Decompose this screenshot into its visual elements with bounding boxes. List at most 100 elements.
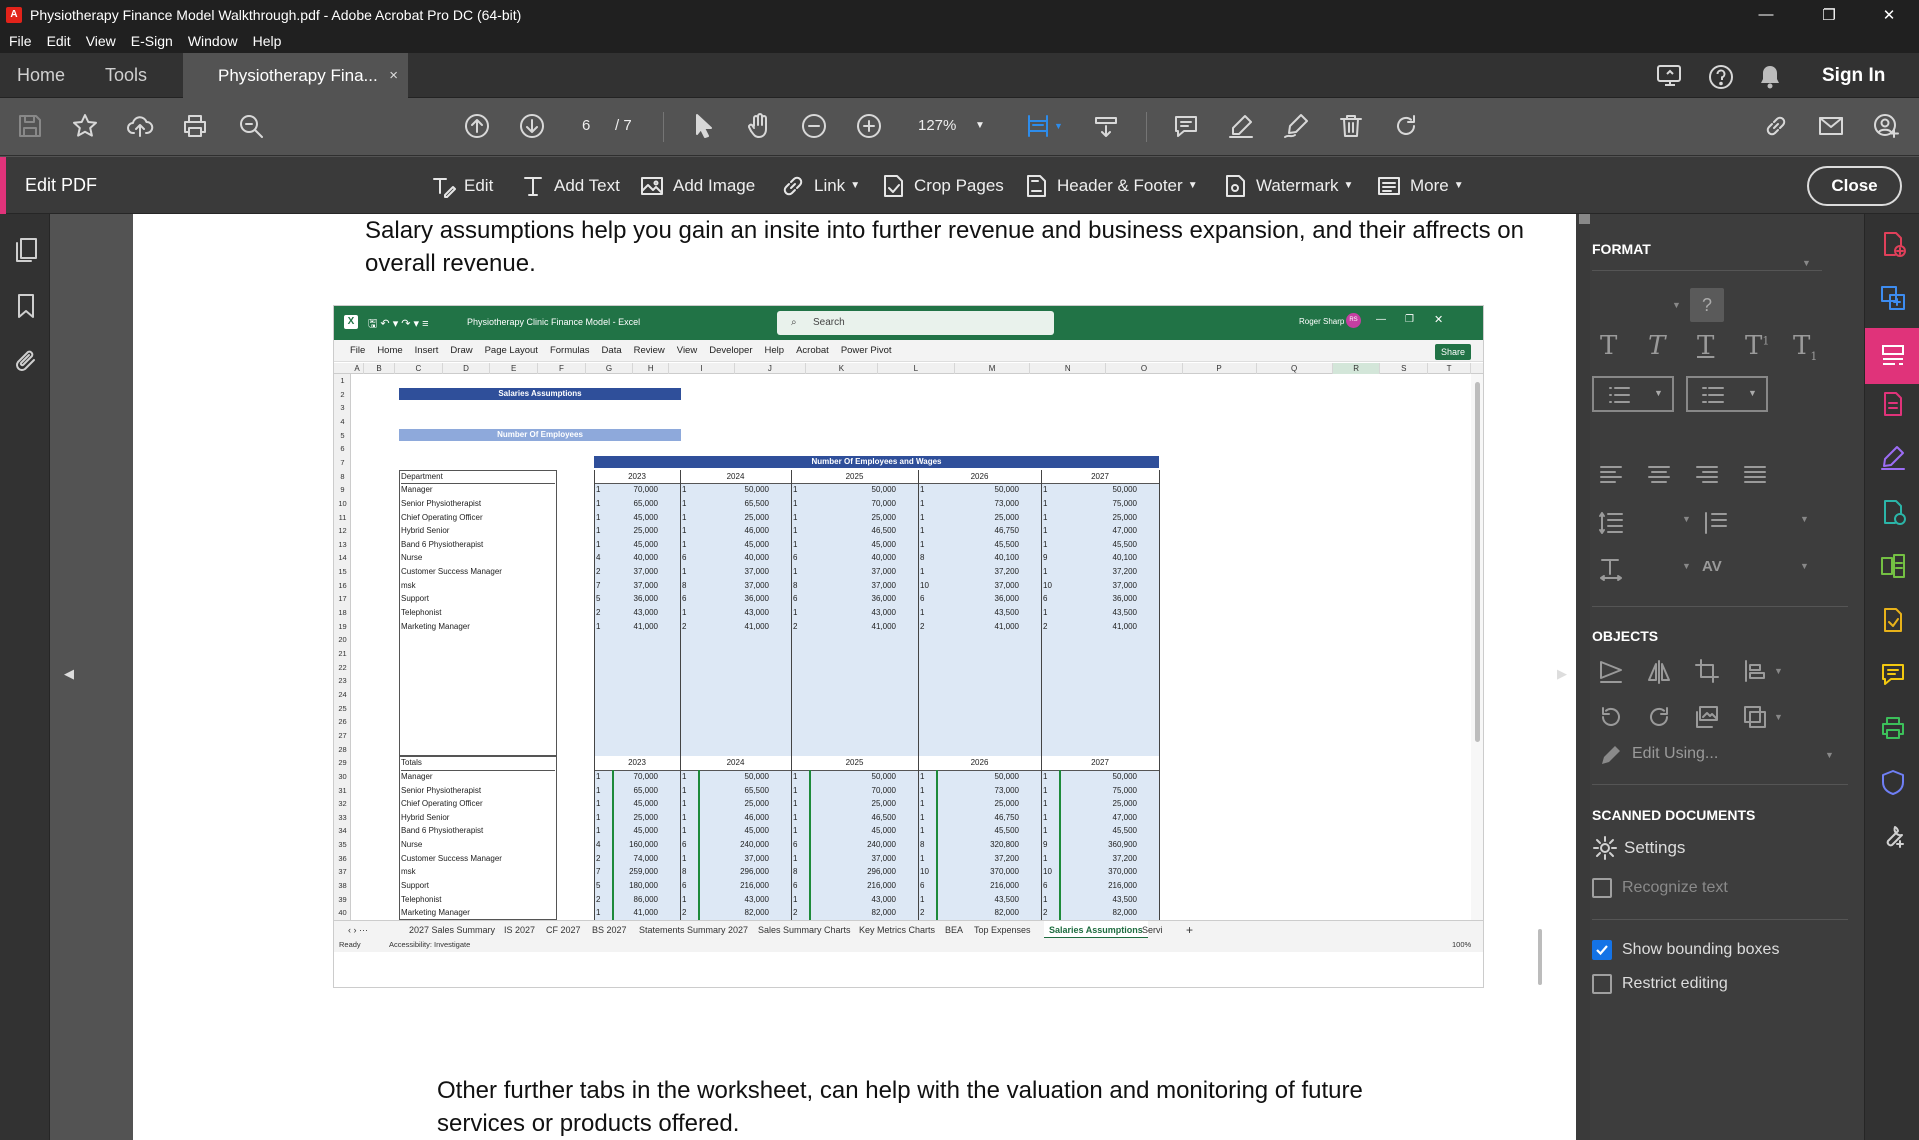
- header-footer-button[interactable]: Header & Footer ▼: [1023, 157, 1198, 214]
- organize-pages-icon[interactable]: [1879, 552, 1907, 580]
- paragraph-further-tabs[interactable]: Other further tabs in the worksheet, can…: [437, 1074, 1437, 1140]
- restrict-editing-checkbox[interactable]: [1592, 974, 1612, 994]
- align-right-icon[interactable]: [1694, 462, 1720, 488]
- highlight-pen-icon[interactable]: [1223, 108, 1259, 144]
- tab-home[interactable]: Home: [17, 53, 65, 98]
- edit-using-pencil-icon[interactable]: [1598, 742, 1624, 768]
- hand-tool-icon[interactable]: [741, 108, 777, 144]
- comment-tool-icon[interactable]: [1879, 660, 1907, 688]
- add-image-button[interactable]: Add Image: [639, 157, 755, 214]
- menu-window[interactable]: Window: [188, 33, 238, 49]
- add-text-button[interactable]: Add Text: [520, 157, 620, 214]
- close-window-button[interactable]: ✕: [1866, 0, 1912, 29]
- font-help-icon[interactable]: ?: [1690, 288, 1724, 322]
- align-objects-icon[interactable]: [1742, 658, 1768, 684]
- object-arrange-icon[interactable]: [1598, 658, 1624, 684]
- tab-tools[interactable]: Tools: [105, 53, 147, 98]
- protect-shield-icon[interactable]: [1879, 768, 1907, 796]
- request-signatures-icon[interactable]: [1879, 606, 1907, 634]
- zoom-out-icon[interactable]: [796, 108, 832, 144]
- redo-rotate-icon[interactable]: [1388, 108, 1424, 144]
- paragraph-spacing-icon[interactable]: [1702, 509, 1728, 535]
- print-icon[interactable]: [177, 108, 213, 144]
- fill-sign-icon[interactable]: [1879, 444, 1907, 472]
- link-button[interactable]: Link ▼: [780, 157, 860, 214]
- attachments-icon[interactable]: [12, 348, 40, 376]
- flip-icon[interactable]: [1646, 658, 1672, 684]
- page-resize-handle[interactable]: [1538, 929, 1542, 985]
- character-spacing-chevron-icon[interactable]: ▼: [1800, 561, 1809, 571]
- pdf-page[interactable]: Salary assumptions help you gain an insi…: [133, 214, 1576, 1140]
- bookmarks-icon[interactable]: [12, 292, 40, 320]
- align-center-icon[interactable]: [1646, 462, 1672, 488]
- paragraph-spacing-chevron-icon[interactable]: ▼: [1800, 514, 1809, 524]
- menu-view[interactable]: View: [86, 33, 116, 49]
- text-scale-chevron-icon[interactable]: ▼: [1682, 561, 1691, 571]
- line-spacing-chevron-icon[interactable]: ▼: [1682, 514, 1691, 524]
- replace-image-icon[interactable]: [1694, 704, 1720, 730]
- text-italic-icon[interactable]: T: [1648, 331, 1665, 361]
- edit-button[interactable]: Edit: [430, 157, 493, 214]
- add-user-icon[interactable]: [1868, 108, 1904, 144]
- more-button[interactable]: More ▼: [1376, 157, 1464, 214]
- help-icon[interactable]: [1707, 63, 1735, 91]
- text-plain-icon[interactable]: T: [1600, 331, 1617, 361]
- close-tab-icon[interactable]: ×: [389, 53, 398, 99]
- select-cursor-icon[interactable]: [686, 108, 722, 144]
- line-spacing-icon[interactable]: [1598, 509, 1624, 535]
- menu-help[interactable]: Help: [253, 33, 282, 49]
- edit-using-chevron-icon[interactable]: ▼: [1825, 750, 1834, 760]
- zoom-level-dropdown[interactable]: 127%: [918, 114, 956, 138]
- crop-pages-button[interactable]: Crop Pages: [880, 157, 1004, 214]
- menu-esign[interactable]: E-Sign: [131, 33, 173, 49]
- settings-gear-icon[interactable]: [1592, 835, 1618, 861]
- bell-icon[interactable]: [1757, 63, 1783, 91]
- page-fit-chevron-icon[interactable]: ▼: [1054, 114, 1063, 138]
- group-objects-chevron-icon[interactable]: ▼: [1774, 712, 1783, 722]
- align-left-icon[interactable]: [1598, 462, 1624, 488]
- restore-button[interactable]: ❐: [1806, 0, 1852, 29]
- recognize-text-checkbox[interactable]: [1592, 878, 1612, 898]
- paragraph-salary-assumptions[interactable]: Salary assumptions help you gain an insi…: [365, 214, 1545, 280]
- font-family-chevron-icon[interactable]: ▼: [1802, 258, 1811, 268]
- expand-left-pane-icon[interactable]: ◀: [64, 666, 74, 682]
- document-viewer[interactable]: ◀ Salary assumptions help you gain an in…: [50, 214, 1594, 1140]
- scroll-mode-icon[interactable]: [1088, 108, 1124, 144]
- align-objects-chevron-icon[interactable]: ▼: [1774, 666, 1783, 676]
- group-objects-icon[interactable]: [1742, 704, 1768, 730]
- show-bounding-boxes-checkbox[interactable]: [1592, 940, 1612, 960]
- text-superscript-icon[interactable]: T1: [1745, 331, 1769, 361]
- collapse-right-pane-icon[interactable]: ▶: [1557, 666, 1567, 682]
- more-tools-wrench-icon[interactable]: [1879, 822, 1907, 850]
- minimize-button[interactable]: —: [1743, 0, 1789, 29]
- delete-trash-icon[interactable]: [1333, 108, 1369, 144]
- next-page-icon[interactable]: [514, 108, 550, 144]
- tab-document[interactable]: Physiotherapy Fina... ×: [183, 53, 408, 99]
- share-screen-icon[interactable]: [1655, 63, 1685, 89]
- combine-files-icon[interactable]: [1879, 284, 1907, 312]
- page-thumbnails-icon[interactable]: [12, 236, 40, 264]
- close-edit-button[interactable]: Close: [1807, 166, 1902, 206]
- rotate-left-icon[interactable]: [1598, 704, 1624, 730]
- font-size-chevron-icon[interactable]: ▼: [1672, 300, 1681, 310]
- print-production-icon[interactable]: [1879, 714, 1907, 742]
- bullet-list-dropdown[interactable]: ▼: [1592, 376, 1674, 412]
- watermark-button[interactable]: Watermark ▼: [1222, 157, 1353, 214]
- page-fit-icon[interactable]: [1020, 108, 1056, 144]
- rotate-right-icon[interactable]: [1646, 704, 1672, 730]
- edit-using-dropdown[interactable]: Edit Using...: [1632, 745, 1718, 763]
- crop-object-icon[interactable]: [1694, 658, 1720, 684]
- save-icon[interactable]: [12, 108, 48, 144]
- email-icon[interactable]: [1813, 108, 1849, 144]
- edit-pdf-tool-active[interactable]: [1865, 328, 1919, 384]
- sign-pen-icon[interactable]: [1278, 108, 1314, 144]
- send-for-signature-icon[interactable]: [1879, 498, 1907, 526]
- font-family-dropdown[interactable]: [1592, 270, 1822, 271]
- text-subscript-icon[interactable]: T1: [1793, 331, 1817, 363]
- upload-cloud-icon[interactable]: [122, 108, 158, 144]
- excel-screenshot-image[interactable]: X 🖫 ↶ ▾ ↷ ▾ ≡ Physiotherapy Clinic Finan…: [333, 305, 1484, 988]
- export-pdf-icon[interactable]: [1879, 390, 1907, 418]
- previous-page-icon[interactable]: [459, 108, 495, 144]
- search-zoom-icon[interactable]: [233, 108, 269, 144]
- menu-edit[interactable]: Edit: [47, 33, 71, 49]
